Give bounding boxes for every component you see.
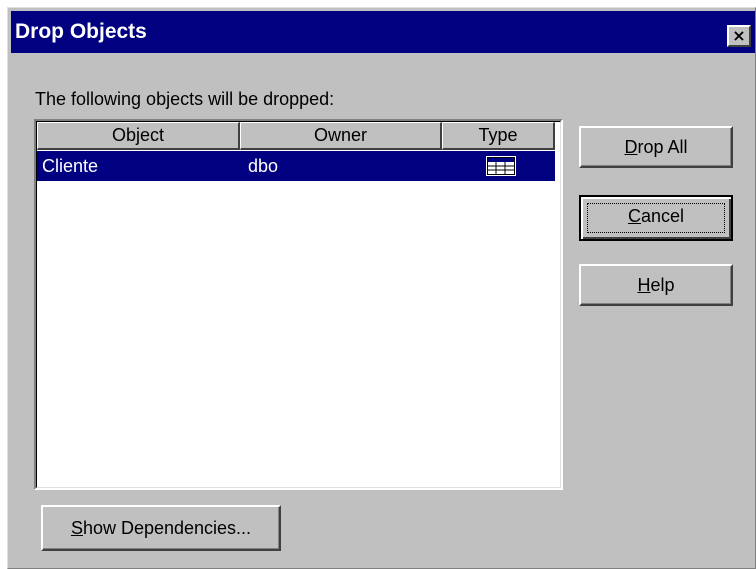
- show-dependencies-label: how Dependencies...: [82, 518, 252, 538]
- column-header-object[interactable]: Object: [37, 122, 240, 150]
- object-name-cell: Cliente: [42, 156, 99, 176]
- close-button[interactable]: ×: [727, 25, 751, 47]
- column-header-type[interactable]: Type: [442, 122, 555, 150]
- show-dependencies-button[interactable]: Show Dependencies...: [41, 505, 281, 551]
- drop-all-button[interactable]: Drop All: [579, 126, 733, 168]
- objects-list[interactable]: Object Owner Type Cliente dbo: [34, 119, 563, 490]
- focus-rectangle: [587, 203, 725, 233]
- table-icon: [486, 156, 516, 176]
- help-label: elp: [650, 275, 675, 295]
- instruction-label: The following objects will be dropped:: [35, 89, 335, 109]
- column-header-owner[interactable]: Owner: [240, 122, 442, 150]
- window-title: Drop Objects: [15, 20, 147, 43]
- owner-cell: dbo: [248, 156, 279, 176]
- show-dependencies-mnemonic: S: [70, 518, 83, 538]
- help-button[interactable]: Help: [579, 264, 733, 306]
- help-mnemonic: H: [637, 275, 651, 295]
- drop-objects-dialog: Drop Objects × The following objects wil…: [7, 7, 756, 569]
- drop-all-mnemonic: D: [624, 137, 638, 157]
- list-item[interactable]: Cliente dbo: [37, 151, 555, 181]
- cancel-button[interactable]: Cancel: [579, 195, 733, 241]
- title-bar[interactable]: Drop Objects ×: [11, 11, 755, 53]
- drop-all-label: rop All: [637, 137, 688, 157]
- close-icon: ×: [732, 26, 746, 45]
